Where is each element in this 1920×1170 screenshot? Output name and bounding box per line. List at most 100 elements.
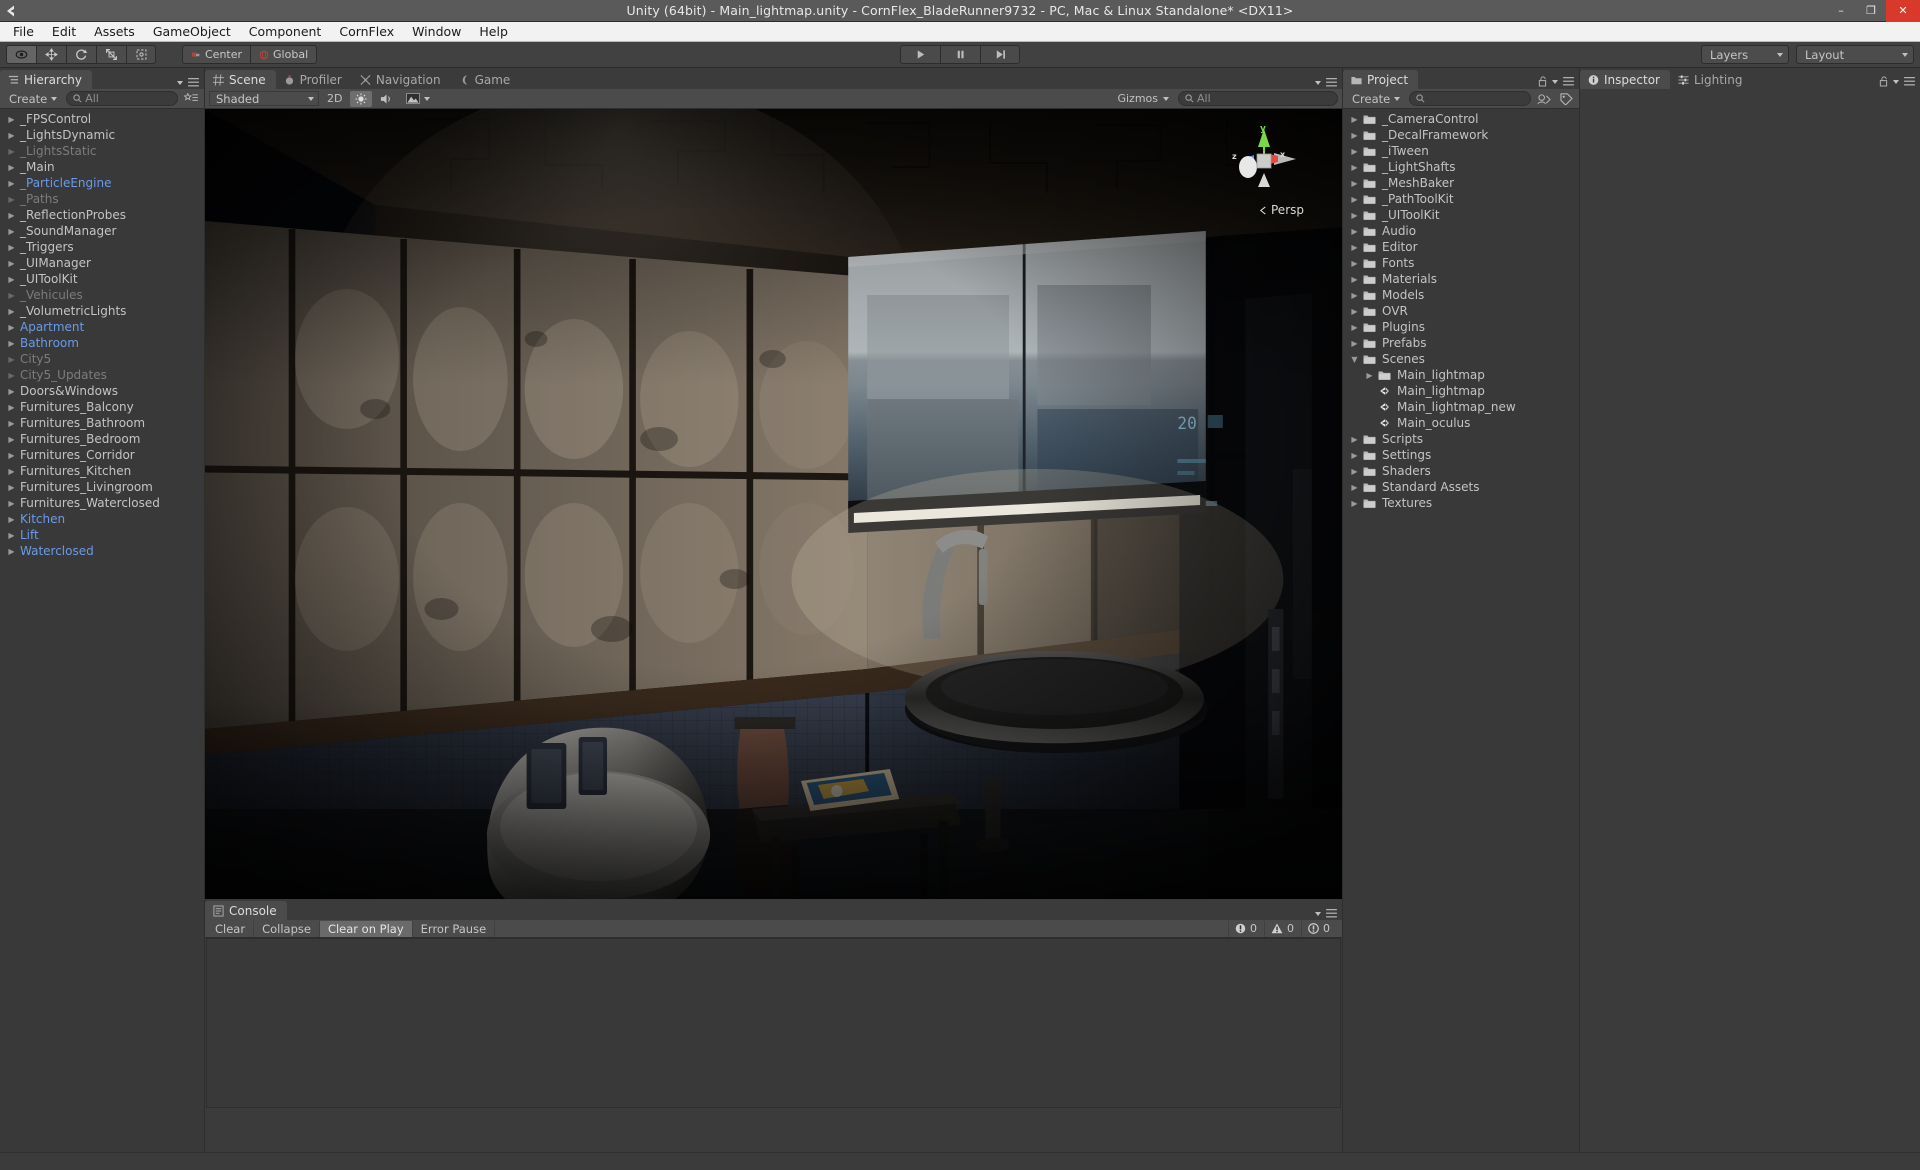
chevron-down-icon[interactable] [1315, 911, 1321, 916]
menu-file[interactable]: File [4, 22, 43, 42]
toggle-2d-button[interactable]: 2D [322, 91, 347, 107]
hierarchy-item[interactable]: ▶ _LightsDynamic [0, 127, 204, 143]
tab-navigation[interactable]: Navigation [352, 70, 451, 89]
expand-arrow-icon[interactable]: ▶ [6, 530, 17, 541]
hierarchy-item[interactable]: ▶ _UIManager [0, 255, 204, 271]
step-button[interactable] [980, 45, 1020, 64]
project-create-button[interactable]: Create [1347, 91, 1406, 106]
expand-arrow-icon[interactable]: ▶ [6, 114, 17, 125]
hamburger-menu-icon[interactable] [1563, 77, 1574, 86]
tab-console[interactable]: Console [205, 901, 287, 920]
project-filter-label-button[interactable] [1557, 91, 1575, 106]
expand-arrow-icon[interactable]: ▶ [1349, 498, 1360, 509]
hierarchy-item[interactable]: ▶ City5_Updates [0, 367, 204, 383]
lock-icon[interactable] [1538, 76, 1547, 87]
expand-arrow-icon[interactable]: ▶ [6, 130, 17, 141]
tab-game[interactable]: Game [451, 70, 521, 89]
expand-arrow-icon[interactable]: ▶ [6, 242, 17, 253]
expand-arrow-icon[interactable]: ▶ [6, 418, 17, 429]
expand-arrow-icon[interactable]: ▶ [6, 258, 17, 269]
project-folder-item[interactable]: ▶ _LightShafts [1343, 159, 1579, 175]
hierarchy-item[interactable]: ▶ _Main [0, 159, 204, 175]
expand-arrow-icon[interactable]: ▶ [1349, 242, 1360, 253]
project-folder-item[interactable]: ▼ Scenes [1343, 351, 1579, 367]
project-scene-item[interactable]: ▶Main_lightmap_new [1343, 399, 1579, 415]
expand-arrow-icon[interactable]: ▶ [6, 274, 17, 285]
space-mode-button[interactable]: Global [250, 45, 318, 64]
expand-arrow-icon[interactable]: ▶ [6, 306, 17, 317]
layers-dropdown[interactable]: Layers [1701, 45, 1789, 64]
expand-arrow-icon[interactable]: ▶ [6, 466, 17, 477]
expand-arrow-icon[interactable]: ▶ [1349, 114, 1360, 125]
hierarchy-tree[interactable]: ▶ _FPSControl ▶ _LightsDynamic ▶ _LightsStati… [0, 109, 204, 1152]
menu-window[interactable]: Window [403, 22, 470, 42]
hierarchy-item[interactable]: ▶ Furnitures_Bathroom [0, 415, 204, 431]
project-tree[interactable]: ▶ _CameraControl ▶ _DecalFramework ▶ _iTween ▶… [1343, 109, 1579, 1152]
hierarchy-item[interactable]: ▶ _LightsStatic [0, 143, 204, 159]
hierarchy-item[interactable]: ▶ _SoundManager [0, 223, 204, 239]
console-error-pause-button[interactable]: Error Pause [413, 920, 496, 937]
scene-orientation-gizmo[interactable]: y x z [1224, 121, 1304, 207]
expand-arrow-icon[interactable]: ▶ [6, 434, 17, 445]
expand-arrow-icon[interactable]: ▶ [1349, 146, 1360, 157]
project-folder-item[interactable]: ▶ _MeshBaker [1343, 175, 1579, 191]
expand-arrow-icon[interactable]: ▶ [1349, 450, 1360, 461]
expand-arrow-icon[interactable]: ▶ [6, 194, 17, 205]
console-log-area[interactable] [206, 938, 1341, 1108]
scene-fx-button[interactable] [401, 91, 435, 107]
chevron-down-icon[interactable] [177, 80, 183, 85]
tab-hierarchy[interactable]: Hierarchy [0, 70, 93, 89]
scene-viewport[interactable]: 20 [205, 109, 1342, 899]
expand-arrow-icon[interactable]: ▶ [1349, 162, 1360, 173]
collapse-arrow-icon[interactable]: ▼ [1349, 354, 1360, 365]
project-folder-item[interactable]: ▶ _UIToolKit [1343, 207, 1579, 223]
project-folder-item[interactable]: ▶ OVR [1343, 303, 1579, 319]
gizmos-dropdown[interactable]: Gizmos [1112, 91, 1174, 107]
toggle-scene-lighting-button[interactable] [350, 90, 373, 107]
expand-arrow-icon[interactable]: ▶ [6, 498, 17, 509]
project-scene-item[interactable]: ▶Main_lightmap [1343, 383, 1579, 399]
project-folder-item[interactable]: ▶ _DecalFramework [1343, 127, 1579, 143]
tab-scene[interactable]: Scene [205, 70, 276, 89]
expand-arrow-icon[interactable]: ▶ [6, 338, 17, 349]
project-folder-item[interactable]: ▶ Models [1343, 287, 1579, 303]
menu-cornflex[interactable]: CornFlex [330, 22, 403, 42]
project-folder-item[interactable]: ▶ Settings [1343, 447, 1579, 463]
project-folder-item[interactable]: ▶ Editor [1343, 239, 1579, 255]
tab-lighting[interactable]: Lighting [1670, 70, 1753, 89]
hierarchy-item[interactable]: ▶ _Vehicules [0, 287, 204, 303]
expand-arrow-icon[interactable]: ▶ [6, 322, 17, 333]
chevron-down-icon[interactable] [1315, 80, 1321, 85]
tab-profiler[interactable]: Profiler [276, 70, 352, 89]
console-clear-button[interactable]: Clear [207, 920, 255, 937]
hierarchy-item[interactable]: ▶ Bathroom [0, 335, 204, 351]
expand-arrow-icon[interactable]: ▶ [1349, 322, 1360, 333]
hierarchy-item[interactable]: ▶ Lift [0, 527, 204, 543]
hierarchy-item[interactable]: ▶ Apartment [0, 319, 204, 335]
project-folder-item[interactable]: ▶ Audio [1343, 223, 1579, 239]
expand-arrow-icon[interactable]: ▶ [6, 178, 17, 189]
hierarchy-item[interactable]: ▶ _UIToolKit [0, 271, 204, 287]
lock-icon[interactable] [1879, 76, 1888, 87]
chevron-down-icon[interactable] [1893, 79, 1899, 84]
expand-arrow-icon[interactable]: ▶ [1364, 370, 1375, 381]
project-search-input[interactable] [1409, 91, 1531, 106]
expand-arrow-icon[interactable]: ▶ [6, 290, 17, 301]
scene-projection-label[interactable]: Persp [1259, 203, 1304, 217]
expand-arrow-icon[interactable]: ▶ [6, 450, 17, 461]
chevron-down-icon[interactable] [1552, 79, 1558, 84]
hierarchy-item[interactable]: ▶ Furnitures_Livingroom [0, 479, 204, 495]
console-info-counter[interactable]: 0 [1301, 920, 1336, 937]
pause-button[interactable] [940, 45, 980, 64]
hierarchy-item[interactable]: ▶ Furnitures_Bedroom [0, 431, 204, 447]
expand-arrow-icon[interactable]: ▶ [6, 370, 17, 381]
project-folder-item[interactable]: ▶ _iTween [1343, 143, 1579, 159]
expand-arrow-icon[interactable]: ▶ [1349, 210, 1360, 221]
expand-arrow-icon[interactable]: ▶ [1349, 338, 1360, 349]
scene-search-input[interactable]: All [1178, 91, 1338, 106]
expand-arrow-icon[interactable]: ▶ [6, 146, 17, 157]
expand-arrow-icon[interactable]: ▶ [6, 546, 17, 557]
hierarchy-item[interactable]: ▶ Furnitures_Kitchen [0, 463, 204, 479]
minimize-button[interactable]: – [1826, 0, 1856, 22]
hierarchy-item[interactable]: ▶ _ReflectionProbes [0, 207, 204, 223]
